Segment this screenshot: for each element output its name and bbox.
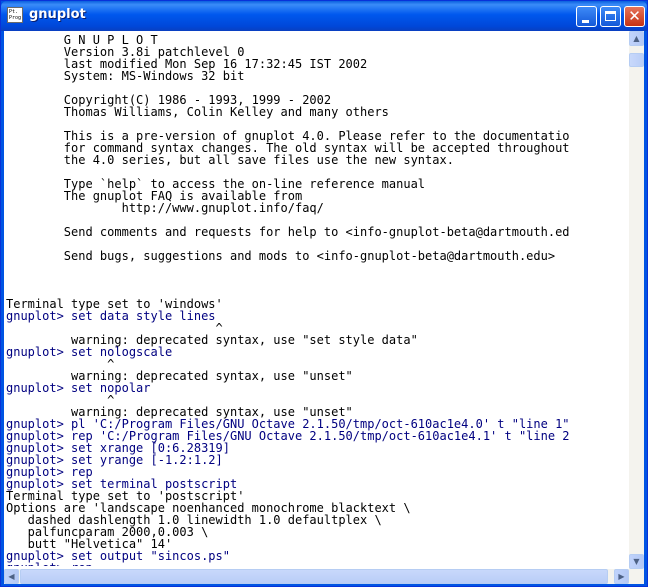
console-text[interactable]: G N U P L O T Version 3.8i patchlevel 0 … bbox=[6, 34, 628, 566]
minimize-button[interactable] bbox=[576, 6, 597, 27]
console-area[interactable]: G N U P L O T Version 3.8i patchlevel 0 … bbox=[4, 31, 644, 584]
scroll-up-icon[interactable]: ▲ bbox=[629, 31, 644, 46]
maximize-icon bbox=[605, 11, 616, 21]
console-output-line: Thomas Williams, Colin Kelley and many o… bbox=[6, 105, 389, 119]
gnuplot-window: Pt. Prog gnuplot ✕ G N U P L O T Version… bbox=[0, 0, 648, 587]
scroll-left-icon[interactable]: ◀ bbox=[4, 569, 19, 584]
horizontal-scroll-thumb[interactable] bbox=[20, 569, 608, 584]
console-output-line: the 4.0 series, but all save files use t… bbox=[6, 153, 454, 167]
vertical-scrollbar[interactable]: ▲ ▼ bbox=[629, 31, 644, 584]
console-output-line: Send bugs, suggestions and mods to <info… bbox=[6, 249, 556, 263]
window-title: gnuplot bbox=[29, 7, 86, 22]
console-output-line: Send comments and requests for help to <… bbox=[6, 225, 570, 239]
minimize-icon bbox=[582, 20, 589, 23]
vertical-scroll-thumb[interactable] bbox=[629, 53, 644, 67]
console-output-line: System: MS-Windows 32 bit bbox=[6, 69, 245, 83]
maximize-button[interactable] bbox=[600, 6, 621, 27]
scroll-down-icon[interactable]: ▼ bbox=[629, 554, 644, 569]
scroll-right-icon[interactable]: ▶ bbox=[614, 569, 629, 584]
app-icon[interactable]: Pt. Prog bbox=[7, 7, 23, 23]
console-output-line: http://www.gnuplot.info/faq/ bbox=[6, 201, 324, 215]
close-button[interactable]: ✕ bbox=[624, 6, 645, 27]
title-bar[interactable]: Pt. Prog gnuplot ✕ bbox=[1, 1, 647, 31]
console-command-line: gnuplot> set yrange [-1.2:1.2] bbox=[6, 453, 223, 467]
console-command-line: gnuplot> set output "sincos.ps" bbox=[6, 549, 230, 563]
close-icon: ✕ bbox=[628, 7, 641, 25]
horizontal-scrollbar[interactable]: ◀ ▶ bbox=[4, 569, 629, 584]
app-icon-label: Pt. Prog bbox=[9, 9, 22, 21]
